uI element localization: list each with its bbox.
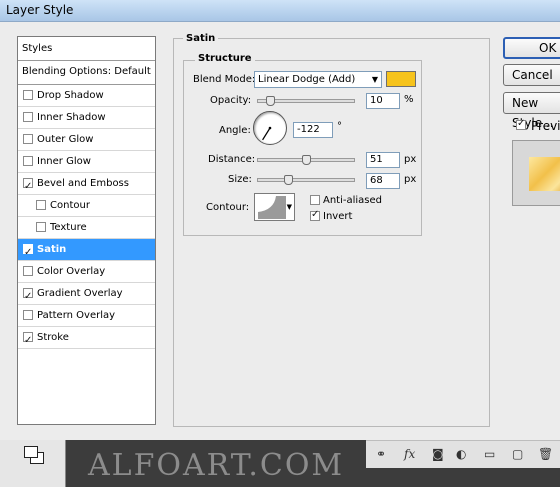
style-item-label: Drop Shadow	[37, 90, 104, 101]
style-item-label: Texture	[50, 222, 87, 233]
style-item-drop-shadow[interactable]: Drop Shadow	[18, 85, 155, 107]
trash-icon[interactable]: 🗑	[538, 447, 553, 461]
texture-checkbox[interactable]	[36, 222, 46, 232]
angle-field[interactable]: -122	[293, 122, 333, 138]
foreground-color-swatch[interactable]	[24, 446, 38, 458]
preview-checkbox[interactable]	[516, 118, 526, 130]
style-item-bevel-and-emboss[interactable]: Bevel and Emboss	[18, 173, 155, 197]
drop-shadow-checkbox[interactable]	[23, 90, 33, 100]
new-group-icon[interactable]: ▭	[484, 447, 495, 461]
blend-mode-label: Blend Mode:	[193, 74, 256, 85]
pattern-overlay-checkbox[interactable]	[23, 310, 33, 320]
window-title: Layer Style	[6, 3, 74, 17]
preview-label: Preview	[531, 119, 560, 133]
invert-checkbox[interactable]	[310, 209, 320, 221]
size-slider-track[interactable]	[257, 178, 355, 182]
style-item-label: Stroke	[37, 332, 69, 343]
distance-slider-thumb[interactable]	[302, 155, 311, 165]
style-item-texture[interactable]: Texture	[18, 217, 155, 239]
style-item-satin[interactable]: Satin	[18, 239, 155, 263]
distance-unit: px	[404, 154, 417, 165]
style-item-label: Satin	[37, 244, 67, 255]
blend-mode-select[interactable]: Linear Dodge (Add) ▼	[254, 71, 382, 88]
anti-aliased-checkbox[interactable]	[310, 195, 320, 205]
opacity-label: Opacity:	[210, 95, 252, 106]
style-item-label: Bevel and Emboss	[37, 178, 129, 189]
blending-options-item[interactable]: Blending Options: Default	[18, 61, 155, 85]
contour-curve-icon	[258, 196, 286, 219]
size-label: Size:	[228, 174, 252, 185]
angle-label: Angle:	[219, 125, 251, 136]
distance-label: Distance:	[208, 154, 256, 165]
new-style-button[interactable]: New Style...	[503, 92, 560, 130]
style-item-stroke[interactable]: Stroke	[18, 327, 155, 351]
angle-dial[interactable]	[253, 111, 287, 145]
stroke-checkbox[interactable]	[23, 330, 33, 351]
bevel-and-emboss-checkbox[interactable]	[23, 176, 33, 197]
structure-group-title: Structure	[195, 53, 255, 64]
anti-aliased-label: Anti-aliased	[323, 195, 383, 206]
contour-picker[interactable]: ▼	[254, 193, 295, 221]
angle-needle	[262, 126, 272, 141]
styles-header[interactable]: Styles	[18, 37, 155, 61]
color-tool-well	[0, 440, 66, 487]
gradient-overlay-checkbox[interactable]	[23, 286, 33, 307]
title-bar: Layer Style	[0, 0, 560, 22]
contour-checkbox[interactable]	[36, 200, 46, 210]
size-field[interactable]: 68	[366, 173, 400, 189]
style-item-pattern-overlay[interactable]: Pattern Overlay	[18, 305, 155, 327]
watermark-text: ALFOART.COM	[88, 448, 345, 483]
style-item-label: Pattern Overlay	[37, 310, 116, 321]
blend-color-swatch[interactable]	[386, 71, 416, 87]
inner-shadow-checkbox[interactable]	[23, 112, 33, 122]
style-item-outer-glow[interactable]: Outer Glow	[18, 129, 155, 151]
opacity-unit: %	[404, 94, 414, 105]
adjustment-layer-icon[interactable]: ◐	[456, 447, 466, 461]
ok-button[interactable]: OK	[503, 37, 560, 59]
style-item-label: Color Overlay	[37, 266, 106, 277]
outer-glow-checkbox[interactable]	[23, 134, 33, 144]
size-unit: px	[404, 174, 417, 185]
ok-button-label: OK	[539, 41, 557, 55]
fx-icon[interactable]: fx	[404, 447, 415, 461]
satin-group-title: Satin	[183, 33, 219, 44]
style-item-contour[interactable]: Contour	[18, 195, 155, 217]
opacity-field[interactable]: 10	[366, 93, 400, 109]
style-item-label: Gradient Overlay	[37, 288, 123, 299]
chevron-down-icon: ▼	[286, 203, 292, 211]
layers-panel-toolbar: ⚭ fx ◙ ◐ ▭ ▢ 🗑	[366, 440, 560, 468]
style-item-color-overlay[interactable]: Color Overlay	[18, 261, 155, 283]
opacity-slider-thumb[interactable]	[266, 96, 275, 106]
blend-mode-value: Linear Dodge (Add)	[258, 74, 356, 85]
styles-list-panel: Styles Blending Options: Default Drop Sh…	[17, 36, 156, 425]
style-item-label: Inner Glow	[37, 156, 91, 167]
cancel-button-label: Cancel	[512, 68, 553, 82]
style-item-gradient-overlay[interactable]: Gradient Overlay	[18, 283, 155, 307]
layer-mask-icon[interactable]: ◙	[432, 447, 444, 461]
link-layers-icon[interactable]: ⚭	[376, 447, 386, 461]
contour-label: Contour:	[206, 202, 250, 213]
style-item-inner-glow[interactable]: Inner Glow	[18, 151, 155, 173]
chevron-down-icon: ▼	[371, 75, 378, 84]
preview-swatch	[529, 157, 560, 191]
angle-unit: °	[337, 121, 342, 132]
style-item-label: Outer Glow	[37, 134, 94, 145]
satin-checkbox[interactable]	[23, 242, 33, 263]
invert-label: Invert	[323, 211, 353, 222]
distance-field[interactable]: 51	[366, 152, 400, 168]
style-item-label: Contour	[50, 200, 90, 211]
color-overlay-checkbox[interactable]	[23, 266, 33, 276]
style-item-inner-shadow[interactable]: Inner Shadow	[18, 107, 155, 129]
size-slider-thumb[interactable]	[284, 175, 293, 185]
style-item-label: Inner Shadow	[37, 112, 106, 123]
inner-glow-checkbox[interactable]	[23, 156, 33, 166]
cancel-button[interactable]: Cancel	[503, 64, 560, 86]
new-layer-icon[interactable]: ▢	[512, 447, 523, 461]
